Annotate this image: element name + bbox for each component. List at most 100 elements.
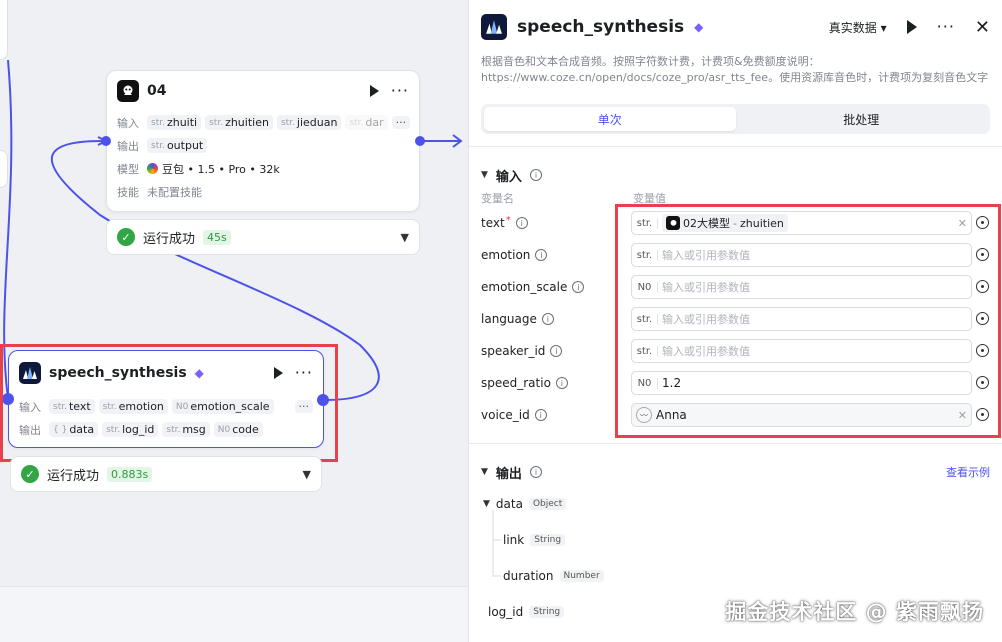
reference-target-icon[interactable]	[976, 280, 989, 293]
required-mark: *	[505, 214, 511, 226]
field-type-badge: Number	[559, 570, 604, 582]
node-model-row: 模型 豆包 • 1.5 • Pro • 32k	[107, 157, 419, 180]
selected-voice: Anna	[656, 408, 687, 422]
node-inputs-row: 输入 str. text str. emotion N0 emotion_scale …	[9, 395, 323, 418]
input-chip: str. text	[49, 399, 95, 414]
clear-icon[interactable]: ✕	[958, 217, 967, 230]
output-field-data[interactable]: ▼ data Object	[483, 486, 1002, 522]
info-icon[interactable]: i	[572, 281, 585, 293]
node-more-button[interactable]: ···	[391, 83, 409, 99]
more-options-button[interactable]: ···	[937, 19, 955, 35]
info-icon[interactable]: i	[534, 409, 547, 421]
param-input[interactable]: N0 输入或引用参数值	[631, 275, 989, 299]
section-title: 输出	[495, 466, 522, 482]
output-field-link: link String	[483, 522, 1002, 558]
speech-synthesis-node[interactable]: speech_synthesis ◆ ··· 输入 str. text str. e…	[8, 350, 324, 448]
info-icon[interactable]: i	[535, 249, 548, 261]
speech-logo-icon	[481, 14, 507, 40]
reference-target-icon[interactable]	[976, 408, 989, 421]
field-type-badge: String	[529, 606, 565, 618]
input-chip: str. zhuitien	[205, 115, 273, 130]
field-type-badge: String	[530, 534, 566, 546]
type-selector[interactable]: str.	[636, 249, 658, 261]
outputs-label: 输出	[117, 139, 139, 153]
param-input[interactable]: str. 02大模型 - zhuitien ✕	[631, 211, 989, 235]
info-icon[interactable]: i	[555, 377, 568, 389]
workflow-canvas[interactable]: 04 ··· 输入 str. zhuiti str. zhuitien str. ji…	[0, 0, 468, 642]
close-icon[interactable]: ✕	[975, 17, 990, 38]
reference-target-icon[interactable]	[976, 376, 989, 389]
output-section-header[interactable]: ▼ 输出 i	[469, 458, 554, 486]
input-value: 1.2	[662, 376, 682, 390]
run-button[interactable]	[906, 20, 917, 34]
view-example-link[interactable]: 查看示例	[946, 464, 990, 480]
input-section-header[interactable]: ▼ 输入 i	[469, 161, 1002, 189]
output-chip: str. log_id	[102, 422, 159, 437]
node-04[interactable]: 04 ··· 输入 str. zhuiti str. zhuitien str. ji…	[106, 70, 420, 212]
run-node-button[interactable]	[273, 367, 283, 379]
type-selector[interactable]: N0	[636, 377, 658, 389]
info-icon[interactable]: i	[550, 345, 563, 357]
reference-target-icon[interactable]	[976, 248, 989, 261]
panel-description: 根据音色和文本合成音频。按照字符数计费，计费项&免费额度说明：https://w…	[481, 55, 989, 88]
param-input[interactable]: str. 输入或引用参数值	[631, 243, 989, 267]
input-chip: str. zhuiti	[147, 115, 202, 130]
info-icon[interactable]: i	[515, 217, 528, 229]
speech-node-run-status[interactable]: ✓ 运行成功 0.883s ▼	[10, 456, 322, 492]
node-04-output-port[interactable]	[415, 136, 425, 146]
node-skill-row: 技能 未配置技能	[107, 180, 419, 203]
column-value-header: 变量值	[633, 192, 666, 205]
run-node-button[interactable]	[369, 85, 379, 97]
run-time-badge: 0.883s	[107, 466, 153, 482]
chevron-down-icon[interactable]: ▼	[401, 231, 409, 244]
offscreen-node-mid[interactable]	[0, 150, 8, 188]
more-inputs-button[interactable]: ···	[294, 400, 313, 413]
node-outputs-row: 输出 str. output	[107, 134, 419, 157]
reference-chip[interactable]: 02大模型 - zhuitien	[662, 214, 788, 232]
speech-node-input-port[interactable]	[2, 393, 14, 405]
type-selector[interactable]: str.	[636, 313, 658, 325]
output-chip: str. msg	[162, 422, 210, 437]
clear-icon[interactable]: ✕	[958, 409, 967, 422]
chevron-down-icon: ▼	[481, 170, 488, 180]
voice-select[interactable]: 〰 Anna ✕	[631, 403, 989, 427]
chevron-down-icon: ▼	[481, 467, 488, 477]
node-04-run-status[interactable]: ✓ 运行成功 45s ▼	[106, 219, 420, 255]
success-check-icon: ✓	[21, 465, 39, 483]
info-icon[interactable]: i	[529, 466, 542, 478]
type-selector[interactable]: str.	[636, 345, 658, 357]
reference-target-icon[interactable]	[976, 312, 989, 325]
status-text: 运行成功	[47, 468, 100, 484]
node-config-panel: speech_synthesis ◆ 真实数据 ▾ ··· ✕ 根据音色和文本合…	[468, 0, 1002, 642]
input-chip: str. dar	[345, 115, 388, 130]
tab-batch[interactable]: 批处理	[736, 107, 988, 131]
skill-value: 未配置技能	[147, 185, 202, 199]
info-icon[interactable]: i	[541, 313, 554, 325]
param-input[interactable]: str. 输入或引用参数值	[631, 307, 989, 331]
speech-node-output-port[interactable]	[317, 394, 329, 406]
premium-diamond-icon: ◆	[194, 366, 204, 380]
node-04-input-port[interactable]	[101, 136, 111, 146]
inputs-label: 输入	[117, 116, 139, 130]
node-more-button[interactable]: ···	[295, 365, 313, 381]
type-selector[interactable]: N0	[636, 281, 658, 293]
param-input[interactable]: str. 输入或引用参数值	[631, 339, 989, 363]
info-icon[interactable]: i	[529, 169, 542, 181]
outputs-label: 输出	[19, 423, 41, 437]
doubao-icon	[147, 163, 158, 174]
type-selector[interactable]: str.	[636, 217, 658, 229]
input-chip: str. jieduan	[276, 115, 342, 130]
offscreen-node-top[interactable]	[0, 0, 8, 60]
reference-target-icon[interactable]	[976, 344, 989, 357]
chevron-down-icon[interactable]: ▼	[303, 468, 311, 481]
param-input[interactable]: N0 1.2	[631, 371, 989, 395]
more-inputs-button[interactable]: ···	[391, 116, 411, 129]
data-mode-select[interactable]: 真实数据 ▾	[829, 19, 887, 36]
node-title: 04	[147, 83, 167, 99]
tab-single[interactable]: 单次	[484, 107, 736, 131]
data-mode-value: 真实数据	[828, 20, 877, 35]
reference-target-icon[interactable]	[976, 216, 989, 229]
success-check-icon: ✓	[117, 228, 135, 246]
param-row-speed-ratio: speed_ratio i N0 1.2	[469, 367, 1002, 399]
panel-title: speech_synthesis	[517, 17, 685, 37]
